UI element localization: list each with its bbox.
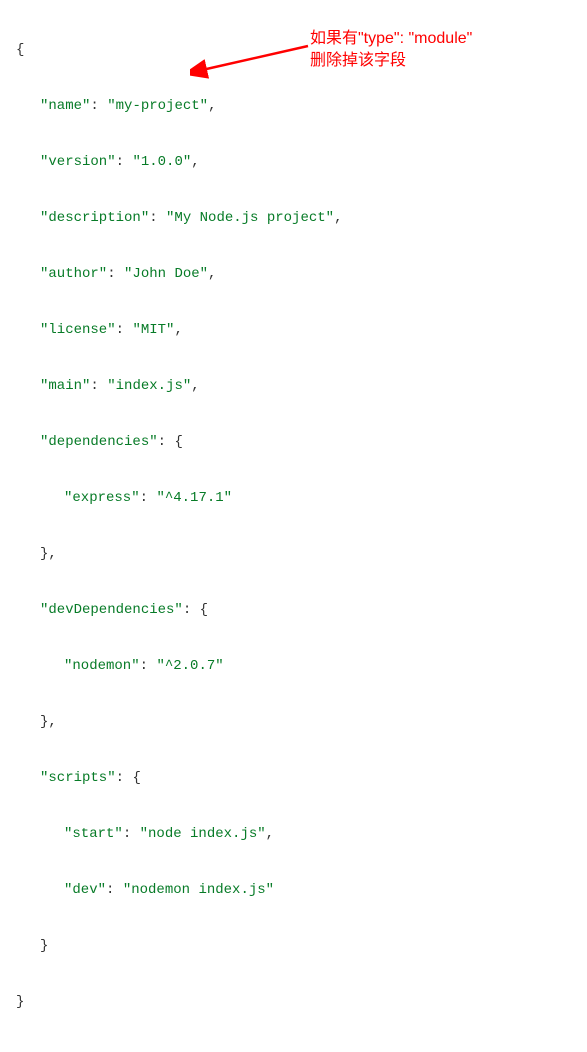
json-key-name: "name" <box>40 98 90 114</box>
json-val-main: "index.js" <box>107 378 191 394</box>
json-key-description: "description" <box>40 210 149 226</box>
json-key-main: "main" <box>40 378 90 394</box>
json-val-description: "My Node.js project" <box>166 210 334 226</box>
brace-open: { <box>16 42 24 58</box>
json-val-express: "^4.17.1" <box>156 490 232 506</box>
json-key-license: "license" <box>40 322 116 338</box>
brace-close-comma: }, <box>40 546 57 562</box>
brace-close-final: } <box>16 994 24 1010</box>
json-key-scripts: "scripts" <box>40 770 116 786</box>
json-key-dependencies: "dependencies" <box>40 434 158 450</box>
json-val-start: "node index.js" <box>140 826 266 842</box>
json-val-version: "1.0.0" <box>132 154 191 170</box>
json-val-dev: "nodemon index.js" <box>123 882 274 898</box>
brace-close: } <box>40 938 48 954</box>
brace-close-comma: }, <box>40 714 57 730</box>
json-key-author: "author" <box>40 266 107 282</box>
json-val-license: "MIT" <box>132 322 174 338</box>
json-val-author: "John Doe" <box>124 266 208 282</box>
json-val-nodemon: "^2.0.7" <box>156 658 223 674</box>
json-key-devdependencies: "devDependencies" <box>40 602 183 618</box>
json-val-name: "my-project" <box>107 98 208 114</box>
json-key-express: "express" <box>64 490 140 506</box>
json-key-start: "start" <box>64 826 123 842</box>
code-block: { "name": "my-project", "version": "1.0.… <box>16 8 571 1044</box>
json-key-dev: "dev" <box>64 882 106 898</box>
json-key-version: "version" <box>40 154 116 170</box>
json-key-nodemon: "nodemon" <box>64 658 140 674</box>
